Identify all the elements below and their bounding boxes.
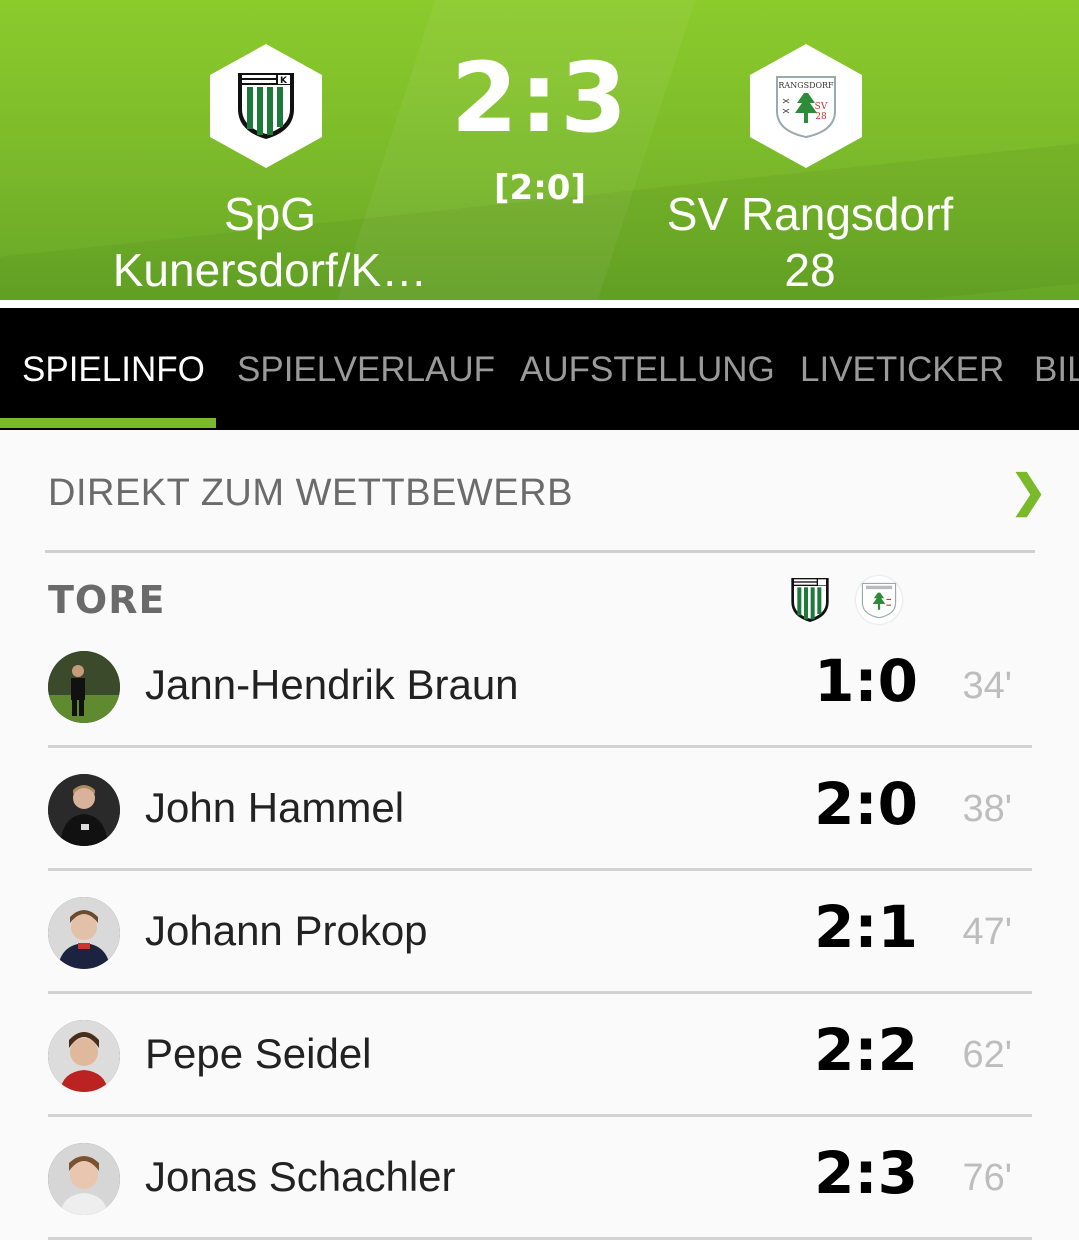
player-name: Johann Prokop [145, 907, 428, 954]
svg-text:RANGSDORF: RANGSDORF [778, 81, 834, 90]
match-header: K SpG Kunersdorf/K… 2:3 [2:0] RANGSDORF … [0, 0, 1079, 300]
goal-row[interactable]: John Hammel 2:0 38' [48, 748, 1032, 871]
final-score: 2:3 [451, 42, 629, 154]
player-name: Jann-Hendrik Braun [145, 661, 519, 708]
player-avatar [48, 1020, 120, 1092]
chevron-right-icon: ❯ [1010, 467, 1047, 516]
goals-section-title: TORE [48, 578, 166, 622]
svg-text:SV: SV [815, 102, 828, 112]
divider [45, 550, 1035, 553]
goal-row[interactable]: Jonas Schachler 2:3 76' [48, 1117, 1032, 1240]
away-team-mini-logo [856, 576, 902, 624]
goal-score: 2:1 [814, 893, 918, 961]
svg-text:K: K [280, 76, 288, 86]
home-team-name[interactable]: SpG Kunersdorf/K… [60, 186, 480, 298]
goal-minute: 34' [962, 665, 1012, 707]
player-avatar [48, 774, 120, 846]
competition-link[interactable]: DIREKT ZUM WETTBEWERB ❯ [0, 430, 1079, 550]
tab-liveticker[interactable]: LIVETICKER [800, 350, 1004, 390]
away-crest-icon: RANGSDORF SV 28 [776, 76, 836, 139]
goal-minute: 62' [962, 1034, 1012, 1076]
goal-row[interactable]: Johann Prokop 2:1 47' [48, 871, 1032, 994]
goal-score: 2:3 [814, 1139, 918, 1207]
tab-bilder[interactable]: BIL [1034, 350, 1079, 390]
player-avatar [48, 897, 120, 969]
goal-score: 1:0 [814, 647, 918, 715]
player-name: John Hammel [145, 784, 405, 831]
competition-link-label: DIREKT ZUM WETTBEWERB [48, 472, 573, 514]
tab-spielverlauf[interactable]: SPIELVERLAUF [237, 350, 495, 390]
tab-spielinfo[interactable]: SPIELINFO [22, 350, 205, 390]
goal-minute: 38' [962, 788, 1012, 830]
player-name: Jonas Schachler [145, 1153, 456, 1200]
active-tab-indicator [0, 418, 216, 428]
tab-bar: SPIELINFO SPIELVERLAUF AUFSTELLUNG LIVET… [0, 308, 1079, 430]
goal-score: 2:0 [814, 770, 918, 838]
away-team-name[interactable]: SV Rangsdorf 28 [600, 186, 1020, 298]
home-crest-icon: K [238, 73, 294, 139]
away-crest-icon [861, 582, 897, 619]
player-avatar [48, 1143, 120, 1215]
svg-text:28: 28 [815, 112, 827, 122]
player-avatar [48, 651, 120, 723]
away-team-logo[interactable]: RANGSDORF SV 28 [750, 44, 862, 168]
goal-minute: 47' [962, 911, 1012, 953]
goal-score: 2:2 [814, 1016, 918, 1084]
player-name: Pepe Seidel [145, 1030, 372, 1077]
home-team-logo[interactable]: K [210, 44, 322, 168]
tab-aufstellung[interactable]: AUFSTELLUNG [520, 350, 775, 390]
home-team-mini-logo [790, 576, 830, 624]
home-crest-icon [791, 578, 829, 622]
goal-row[interactable]: Pepe Seidel 2:2 62' [48, 994, 1032, 1117]
goal-minute: 76' [962, 1157, 1012, 1199]
goal-row[interactable]: Jann-Hendrik Braun 1:0 34' [48, 625, 1032, 748]
